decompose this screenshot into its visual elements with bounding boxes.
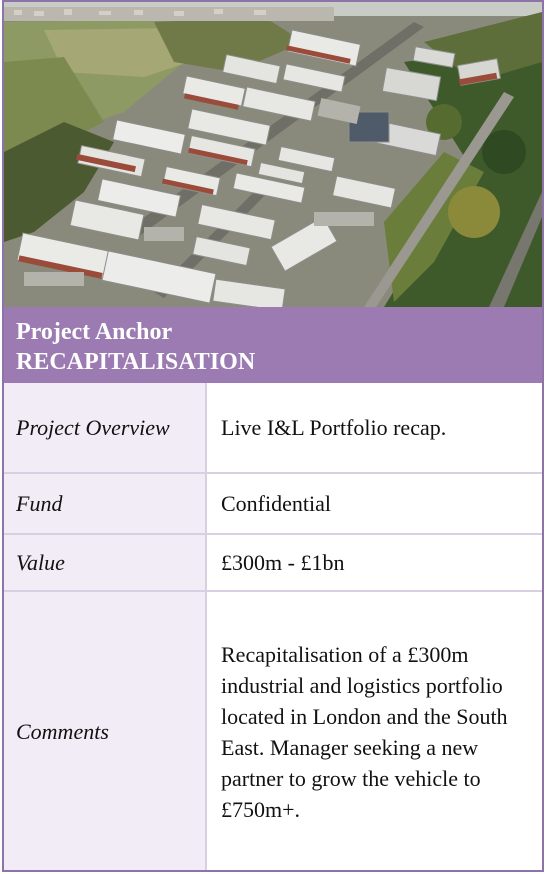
project-title-band: Project Anchor RECAPITALISATION [4, 307, 542, 383]
row-label: Value [4, 535, 207, 590]
row-value: Live I&L Portfolio recap. [209, 383, 542, 472]
row-label: Comments [4, 592, 207, 870]
table-row-fund: Fund Confidential [4, 472, 542, 533]
row-value: Recapitalisation of a £300m industrial a… [209, 592, 542, 870]
aerial-industrial-park-image [4, 2, 542, 307]
project-name: Project Anchor [16, 319, 173, 345]
project-details-table: Project Overview Live I&L Portfolio reca… [4, 383, 542, 870]
row-label: Fund [4, 474, 207, 533]
row-value: £300m - £1bn [209, 535, 542, 590]
row-label: Project Overview [4, 383, 207, 472]
table-row-overview: Project Overview Live I&L Portfolio reca… [4, 383, 542, 472]
row-value: Confidential [209, 474, 542, 533]
project-card: Project Anchor RECAPITALISATION Project … [2, 0, 544, 872]
table-row-value: Value £300m - £1bn [4, 533, 542, 590]
table-row-comments: Comments Recapitalisation of a £300m ind… [4, 590, 542, 870]
project-type: RECAPITALISATION [16, 349, 256, 375]
